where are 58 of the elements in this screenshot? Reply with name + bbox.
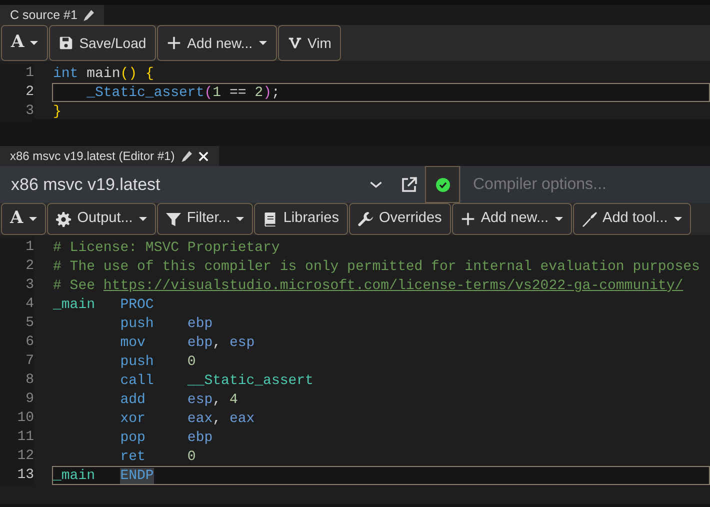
toolbar-button[interactable]: Add new...: [452, 203, 572, 235]
toolbar-button[interactable]: Add tool...: [572, 203, 691, 235]
filter-icon: [166, 212, 181, 226]
line-number: 2: [0, 257, 34, 276]
line-number: 9: [0, 390, 34, 409]
screwdriver-icon: [582, 212, 597, 226]
plus-icon: [167, 36, 182, 50]
code-line: call __Static_assert: [119, 372, 314, 390]
toolbar-button[interactable]: A: [1, 203, 46, 235]
code-line: # The use of this compiler is only permitted for internal evaluation purposes: [52, 258, 701, 276]
line-number: 13: [0, 466, 34, 485]
line-number: 11: [0, 428, 34, 447]
external-link-icon[interactable]: [401, 176, 417, 192]
line-number: 12: [0, 447, 34, 466]
code-line: xor eax, eax: [119, 410, 256, 428]
code-line: add esp, 4: [119, 391, 239, 409]
line-number: 2: [0, 83, 34, 102]
toolbar-button[interactable]: Add new...: [157, 25, 277, 61]
line-number: 1: [0, 238, 34, 257]
line-number: 5: [0, 314, 34, 333]
code-line: ret 0: [119, 448, 197, 466]
line-number: 4: [0, 295, 34, 314]
toolbar-button[interactable]: Filter...: [156, 203, 254, 235]
line-number: 8: [0, 371, 34, 390]
code-line: # See https://visualstudio.microsoft.com/license-terms/vs2022-ga-community/: [52, 277, 684, 295]
line-number: 3: [0, 276, 34, 295]
line-number: 10: [0, 409, 34, 428]
code-line: push 0: [119, 353, 197, 371]
code-line: push ebp: [119, 315, 214, 333]
compiler-options-field[interactable]: Compiler options...: [460, 166, 710, 203]
vim-icon: [288, 36, 302, 50]
editor-tab[interactable]: x86 msvc v19.latest (Editor #1): [0, 146, 219, 166]
book-icon: [263, 212, 278, 226]
pencil-icon: [180, 150, 192, 162]
code-line: }: [52, 103, 62, 121]
code-line: _main PROC: [52, 296, 155, 314]
plus-icon: [460, 212, 475, 226]
toolbar-button[interactable]: Output...: [47, 203, 156, 235]
toolbar-button[interactable]: Libraries: [254, 203, 348, 235]
gear-icon: [56, 212, 72, 226]
pencil-icon: [83, 10, 94, 20]
close-icon: [198, 150, 209, 162]
code-line: mov ebp, esp: [119, 334, 256, 352]
compiler-select[interactable]: x86 msvc v19.latest: [0, 166, 369, 203]
toolbar-button[interactable]: Overrides: [348, 203, 451, 235]
code-line: int main() {: [52, 65, 155, 83]
line-number: 7: [0, 352, 34, 371]
code-line: # License: MSVC Proprietary: [52, 239, 281, 257]
toolbar-button[interactable]: Save/Load: [49, 25, 156, 61]
line-number: 1: [0, 64, 34, 83]
line-number: 6: [0, 333, 34, 352]
toolbar-button[interactable]: Vim: [278, 25, 342, 61]
line-number: 3: [0, 102, 34, 121]
editor-tab[interactable]: C source #1: [0, 5, 104, 25]
license-link[interactable]: https://visualstudio.microsoft.com/license-terms/vs2022-ga-community/: [103, 278, 684, 294]
code-line: pop ebp: [119, 429, 214, 447]
wrench-icon: [358, 212, 373, 226]
toolbar-button[interactable]: A: [1, 25, 48, 61]
